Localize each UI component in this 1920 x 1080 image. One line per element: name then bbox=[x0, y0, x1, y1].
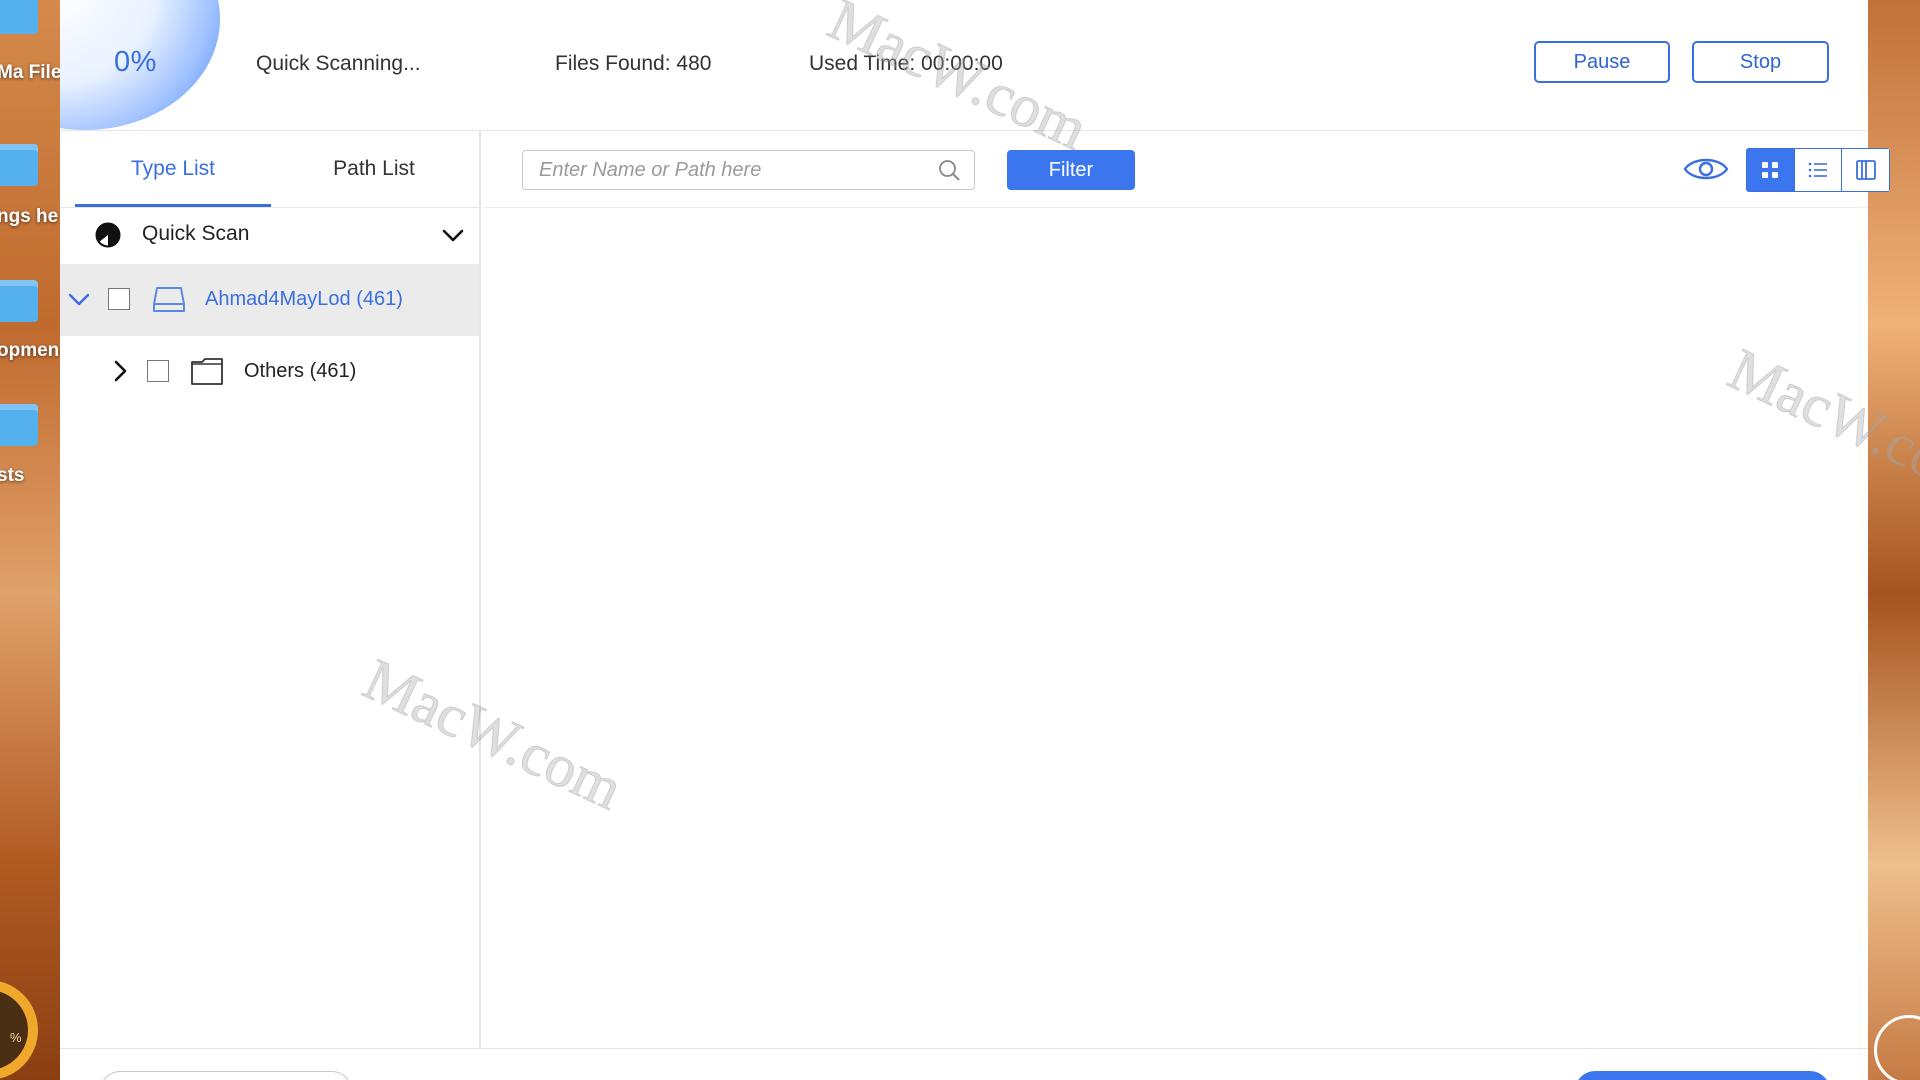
list-icon bbox=[1808, 162, 1827, 178]
scan-header: 0% Quick Scanning... Files Found: 480 Us… bbox=[60, 0, 1868, 131]
eye-icon[interactable] bbox=[1683, 153, 1729, 185]
quick-scan-icon bbox=[95, 222, 121, 248]
sidebar: Type List Path List Quick Scan Ahmad4May… bbox=[60, 131, 481, 1048]
recover-button[interactable] bbox=[1575, 1071, 1830, 1080]
file-content-area: Filter bbox=[483, 131, 1890, 1048]
tree-label: Others (461) bbox=[244, 360, 357, 382]
desktop-folder-icon[interactable] bbox=[0, 280, 38, 322]
desktop-icon-label: opmen bbox=[0, 340, 60, 361]
chevron-down-icon[interactable] bbox=[440, 222, 466, 248]
desktop-folder-icon[interactable] bbox=[0, 404, 38, 446]
back-button[interactable] bbox=[100, 1071, 352, 1080]
search-input[interactable] bbox=[537, 151, 931, 189]
footer-bar bbox=[60, 1048, 1868, 1080]
tree-row-folder[interactable]: Others (461) bbox=[60, 336, 479, 408]
progress-percent: 0% bbox=[114, 46, 157, 78]
chevron-down-icon[interactable] bbox=[67, 287, 91, 311]
desktop-progress-ring-label: % bbox=[10, 1030, 22, 1045]
desktop-progress-ring: % bbox=[0, 980, 38, 1080]
desktop-icon-label: ngs he bbox=[0, 206, 59, 227]
stop-button[interactable]: Stop bbox=[1692, 41, 1829, 83]
divider bbox=[483, 207, 1868, 208]
tree-checkbox[interactable] bbox=[108, 288, 130, 310]
grid-view-button[interactable] bbox=[1747, 149, 1795, 191]
tree-label: Ahmad4MayLod (461) bbox=[205, 288, 403, 310]
tab-path-list[interactable]: Path List bbox=[276, 131, 472, 207]
files-found: Files Found: 480 bbox=[555, 52, 712, 75]
list-view-button[interactable] bbox=[1794, 149, 1843, 191]
desktop-folder-icon[interactable] bbox=[0, 0, 38, 34]
view-mode-toggle bbox=[1746, 148, 1890, 192]
scan-mode-label: Quick Scan bbox=[142, 222, 250, 245]
column-view-button[interactable] bbox=[1842, 149, 1890, 191]
drive-icon bbox=[153, 287, 185, 312]
search-field[interactable] bbox=[522, 150, 975, 190]
tree-checkbox[interactable] bbox=[147, 360, 169, 382]
filter-button[interactable]: Filter bbox=[1007, 150, 1135, 190]
search-icon[interactable] bbox=[938, 159, 960, 181]
app-window: 0% Quick Scanning... Files Found: 480 Us… bbox=[60, 0, 1890, 1080]
pause-button[interactable]: Pause bbox=[1534, 41, 1670, 83]
scan-mode-dropdown[interactable]: Quick Scan bbox=[60, 208, 479, 264]
grid-icon bbox=[1762, 162, 1779, 178]
scan-status: Quick Scanning... bbox=[256, 52, 421, 75]
tab-type-list[interactable]: Type List bbox=[75, 131, 271, 207]
tree-row-drive[interactable]: Ahmad4MayLod (461) bbox=[60, 264, 479, 336]
chevron-right-icon[interactable] bbox=[108, 359, 132, 383]
desktop-folder-icon[interactable] bbox=[0, 144, 38, 186]
column-view-icon bbox=[1855, 160, 1876, 180]
desktop-icon-label: sts bbox=[0, 465, 25, 486]
desktop-icon-label: Ma File bbox=[0, 62, 60, 83]
folder-icon bbox=[191, 358, 223, 385]
desktop-left-strip: Ma File ngs he opmen sts % bbox=[0, 0, 60, 1080]
used-time: Used Time: 00:00:00 bbox=[809, 52, 1003, 75]
